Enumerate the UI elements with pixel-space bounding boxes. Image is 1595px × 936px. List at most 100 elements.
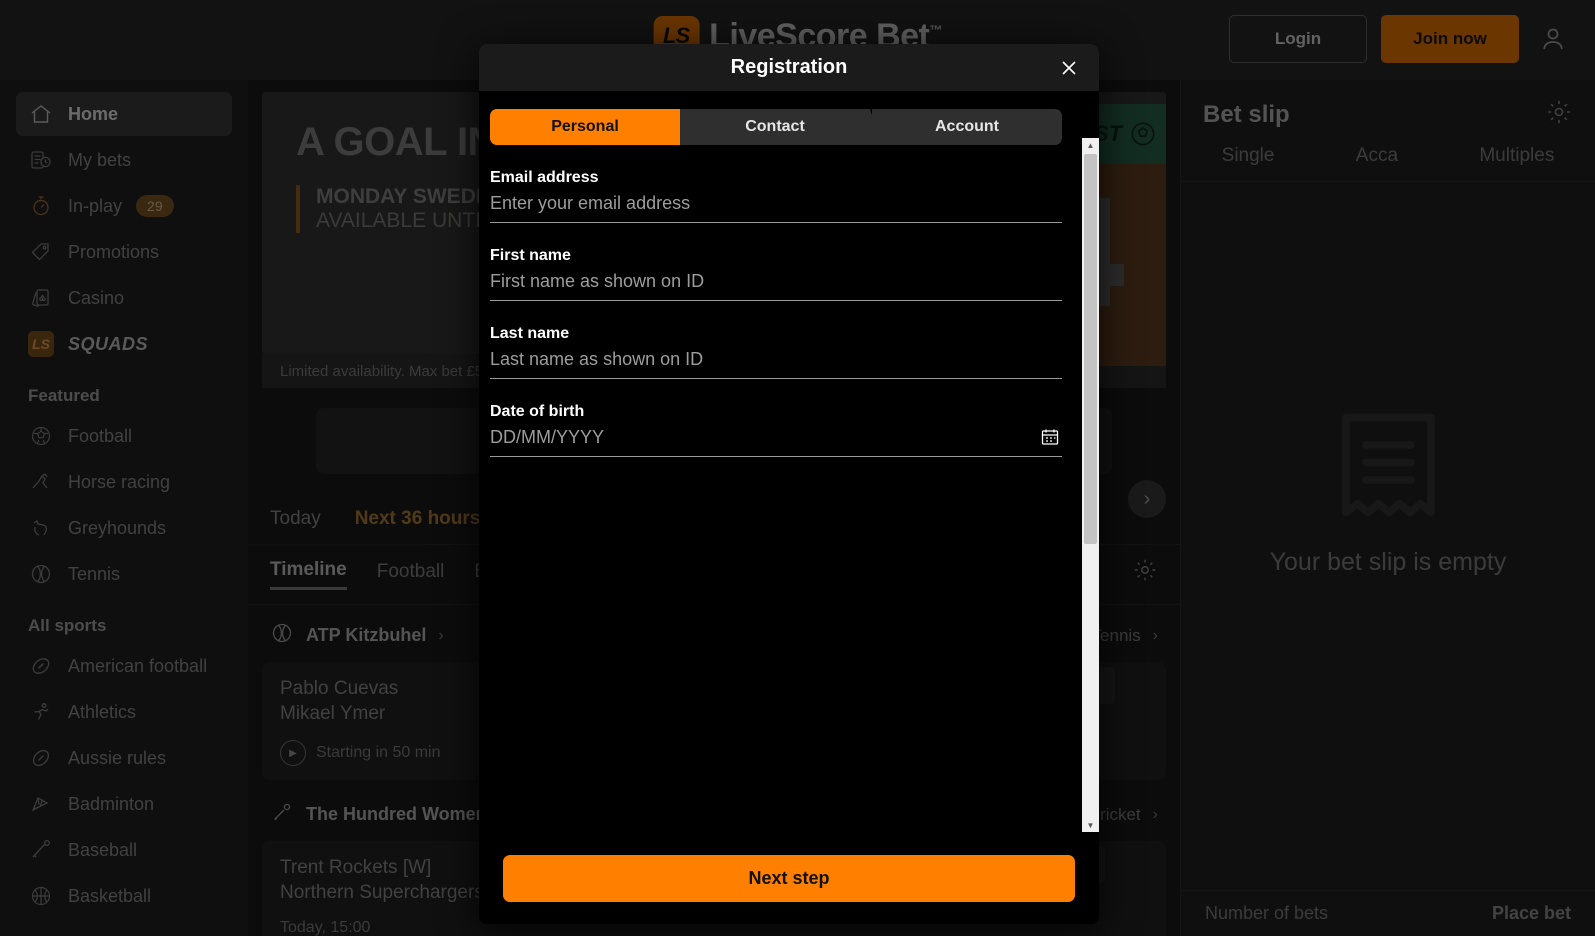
horse-racing-icon <box>28 469 54 495</box>
email-field[interactable] <box>490 193 1062 223</box>
sidebar-item-in-play[interactable]: In-play 29 <box>16 184 232 228</box>
number-of-bets-label: Number of bets <box>1205 903 1328 924</box>
sidebar-item-greyhounds[interactable]: Greyhounds <box>16 506 232 550</box>
sidebar-item-label: Badminton <box>68 794 154 815</box>
promo-shape-secondary <box>1110 264 1124 286</box>
baseball-icon <box>28 837 54 863</box>
first-name-field-group: First name <box>490 247 1062 301</box>
tab-timeline[interactable]: Timeline <box>270 559 347 590</box>
close-icon[interactable] <box>1055 54 1083 82</box>
tab-contact[interactable]: Contact <box>680 109 870 145</box>
triangle-down-icon[interactable]: ▼ <box>1082 818 1099 832</box>
login-button[interactable]: Login <box>1229 15 1367 63</box>
league-name: ATP Kitzbuhel <box>306 625 426 646</box>
bet-slip-tabs: Single Acca Multiples <box>1181 145 1595 182</box>
football-icon <box>1128 119 1158 149</box>
aussie-rules-icon <box>28 745 54 771</box>
sidebar-item-tennis[interactable]: Tennis <box>16 552 232 596</box>
sidebar-item-label: Promotions <box>68 242 159 263</box>
sidebar-item-badminton[interactable]: Badminton <box>16 782 232 826</box>
filter-today[interactable]: Today <box>270 508 321 530</box>
sidebar-item-label: Athletics <box>68 702 136 723</box>
sidebar-item-label: Tennis <box>68 564 120 585</box>
gear-icon[interactable] <box>1132 557 1158 588</box>
sidebar-heading-featured: Featured <box>16 368 232 414</box>
basketball-icon <box>28 883 54 909</box>
bet-history-icon <box>28 147 54 173</box>
date-of-birth-field-group: Date of birth <box>490 403 1062 457</box>
date-of-birth-field[interactable] <box>490 427 1062 457</box>
match-status-label: Starting in 50 min <box>316 744 441 762</box>
sidebar-item-label: My bets <box>68 150 131 171</box>
cricket-icon <box>270 800 294 829</box>
match-status-label: Today, 15:00 <box>280 919 370 936</box>
tab-multiples[interactable]: Multiples <box>1479 145 1554 167</box>
tab-personal[interactable]: Personal <box>490 109 680 145</box>
bet-slip-panel: Bet slip Single Acca Multiples Your bet … <box>1180 80 1595 936</box>
sidebar-item-label: Football <box>68 426 132 447</box>
first-name-field-label: First name <box>490 247 1062 265</box>
badminton-icon <box>28 791 54 817</box>
sidebar-item-my-bets[interactable]: My bets <box>16 138 232 182</box>
next-step-button[interactable]: Next step <box>503 855 1075 902</box>
sidebar-item-horse-racing[interactable]: Horse racing <box>16 460 232 504</box>
tab-single[interactable]: Single <box>1222 145 1275 167</box>
place-bet-button[interactable]: Place bet <box>1492 903 1571 924</box>
filter-next-36-hours[interactable]: Next 36 hours <box>355 508 481 530</box>
modal-title: Registration <box>731 56 848 79</box>
chevron-right-icon[interactable]: › <box>1128 480 1166 518</box>
chevron-right-icon: › <box>1153 627 1158 645</box>
tab-account[interactable]: Account <box>870 109 1062 145</box>
email-field-group: Email address <box>490 169 1062 223</box>
sidebar-item-american-football[interactable]: American football <box>16 644 232 688</box>
sidebar-item-basketball[interactable]: Basketball <box>16 874 232 918</box>
football-icon <box>28 423 54 449</box>
tab-football[interactable]: Football <box>377 561 445 589</box>
athletics-icon <box>28 699 54 725</box>
sidebar-item-promotions[interactable]: Promotions <box>16 230 232 274</box>
receipt-icon <box>1336 410 1441 525</box>
cards-icon <box>28 285 54 311</box>
in-play-count-badge: 29 <box>136 195 174 217</box>
sidebar-nav: Home My bets In-play 29 Promotions <box>0 80 248 936</box>
sidebar-item-label: Aussie rules <box>68 748 166 769</box>
tag-icon <box>28 239 54 265</box>
last-name-field-label: Last name <box>490 325 1062 343</box>
bet-slip-empty-state: Your bet slip is empty <box>1181 410 1595 577</box>
registration-step-tabs: Personal Contact Account <box>490 109 1062 145</box>
sidebar-item-label: In-play <box>68 196 122 217</box>
date-of-birth-field-label: Date of birth <box>490 403 1062 421</box>
play-icon[interactable]: ▶ <box>280 740 306 766</box>
sidebar-item-squads[interactable]: LS SQUADS <box>16 322 232 366</box>
modal-scrollbar[interactable]: ▲ ▼ <box>1082 138 1099 832</box>
tennis-ball-icon <box>270 621 294 650</box>
home-icon <box>28 101 54 127</box>
user-icon[interactable] <box>1533 19 1573 59</box>
sidebar-item-athletics[interactable]: Athletics <box>16 690 232 734</box>
gear-icon[interactable] <box>1545 98 1573 131</box>
league-name: The Hundred Women <box>306 804 487 825</box>
stopwatch-icon <box>28 193 54 219</box>
bet-slip-empty-label: Your bet slip is empty <box>1181 548 1595 577</box>
sidebar-item-aussie-rules[interactable]: Aussie rules <box>16 736 232 780</box>
sidebar-item-football[interactable]: Football <box>16 414 232 458</box>
first-name-field[interactable] <box>490 271 1062 301</box>
bet-slip-footer: Number of bets Place bet <box>1181 890 1595 936</box>
calendar-icon[interactable] <box>1040 427 1060 447</box>
join-now-button[interactable]: Join now <box>1381 15 1519 63</box>
sidebar-item-label: Casino <box>68 288 124 309</box>
last-name-field-group: Last name <box>490 325 1062 379</box>
registration-modal: Registration Personal Contact Account Em… <box>479 44 1099 924</box>
sidebar-item-casino[interactable]: Casino <box>16 276 232 320</box>
sidebar-item-label: Horse racing <box>68 472 170 493</box>
modal-header: Registration <box>479 44 1099 91</box>
tennis-ball-icon <box>28 561 54 587</box>
scrollbar-thumb[interactable] <box>1084 154 1097 544</box>
sidebar-item-home[interactable]: Home <box>16 92 232 136</box>
sidebar-item-baseball[interactable]: Baseball <box>16 828 232 872</box>
chevron-right-icon: › <box>1153 806 1158 824</box>
last-name-field[interactable] <box>490 349 1062 379</box>
header-actions: Login Join now <box>1229 15 1573 63</box>
triangle-up-icon[interactable]: ▲ <box>1082 138 1099 152</box>
tab-acca[interactable]: Acca <box>1356 145 1398 167</box>
